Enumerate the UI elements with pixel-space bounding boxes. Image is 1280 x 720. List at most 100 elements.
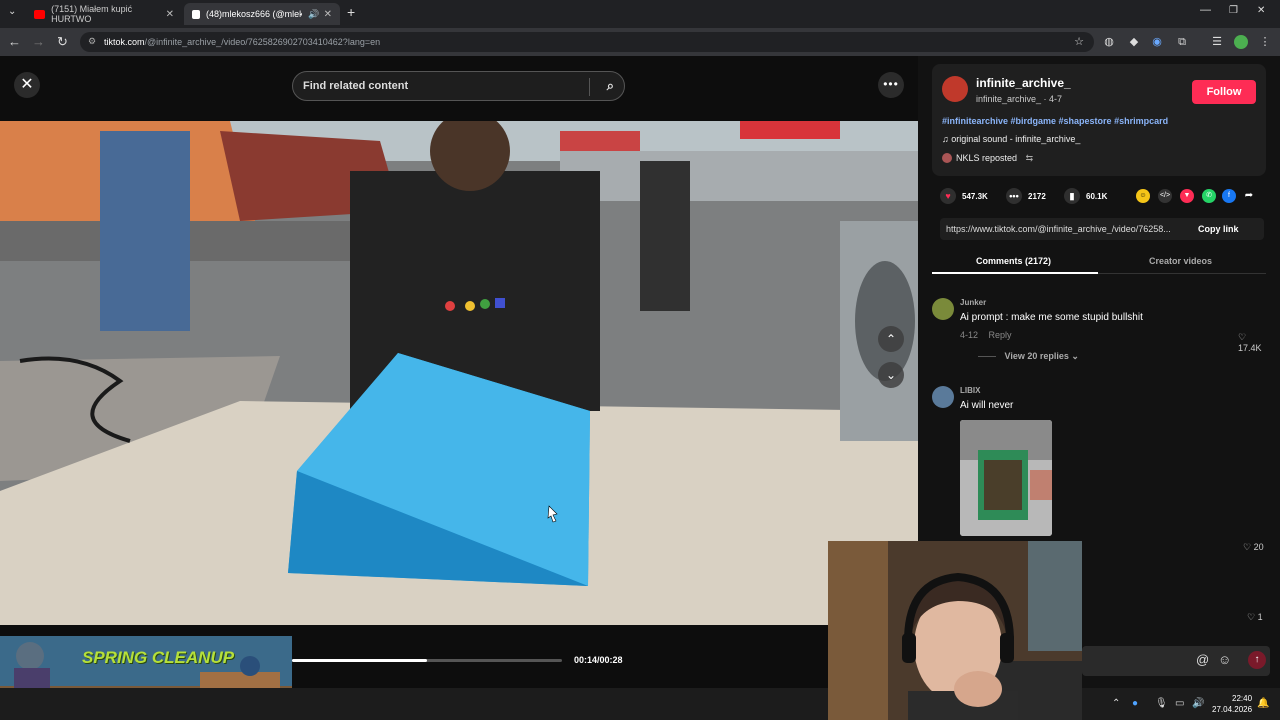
video-link[interactable]: https://www.tiktok.com/@infinite_archive… [946, 224, 1190, 234]
back-icon[interactable]: ← [8, 34, 21, 49]
facebook-icon[interactable]: f [1222, 189, 1236, 203]
view-replies-button[interactable]: View 20 replies ⌄ [978, 351, 1079, 362]
clock-time: 22:40 [1232, 694, 1253, 703]
close-button[interactable]: ✕ [14, 72, 40, 98]
divider [589, 78, 590, 96]
bookmark-icon: ▮ [1064, 188, 1080, 204]
menu-icon[interactable]: ⋮ [1258, 35, 1272, 49]
tab-label: (7151) Miałem kupić HURTWO [51, 4, 133, 24]
tab-creator-videos[interactable]: Creator videos [1149, 256, 1212, 266]
extension-icon[interactable]: ◍ [1102, 35, 1116, 49]
author-username[interactable]: infinite_archive_ [976, 76, 1071, 90]
comment-like[interactable]: ♡ 1 [1247, 612, 1263, 623]
restore-icon[interactable]: ❐ [1229, 5, 1238, 16]
action-bar: ♥ 547.3K ••• 2172 ▮ 60.1K ☺ </> ▼ ✆ f ➦ [918, 184, 1280, 208]
progress-bar[interactable] [292, 659, 562, 662]
comment-button[interactable]: ••• 2172 [1006, 188, 1046, 204]
window-close-icon[interactable]: ✕ [1257, 5, 1265, 16]
profile-avatar[interactable] [1234, 35, 1248, 49]
tab-search-icon[interactable]: ⌄ [8, 6, 16, 17]
comment-text: Ai will never [960, 400, 1014, 411]
media-control-icon[interactable]: ☰ [1210, 35, 1224, 49]
save-button[interactable]: ▮ 60.1K [1064, 188, 1107, 204]
tiktok-icon [192, 9, 200, 19]
active-tab-indicator [932, 272, 1098, 274]
tab-youtube[interactable]: (7151) Miałem kupić HURTWO ✕ [26, 3, 182, 25]
commenter-avatar[interactable] [932, 298, 954, 320]
tray-expand-icon[interactable]: ⌃ [1112, 698, 1120, 709]
copy-link-button[interactable]: Copy link [1198, 224, 1239, 234]
video-picture [0, 121, 918, 625]
reload-icon[interactable]: ↻ [57, 34, 68, 50]
webcam-picture [828, 541, 1082, 720]
comment-item: LIBIX Ai will never [932, 386, 1272, 546]
post-comment-button[interactable]: ↑ [1248, 651, 1266, 669]
heart-icon: ♥ [940, 188, 956, 204]
send-icon[interactable]: ▼ [1180, 189, 1194, 203]
taskbar: ⌃ ● 🎙 ▭ 🔊 22:40 27.04.2026 🔔 [0, 688, 1280, 720]
tab-tiktok[interactable]: (48)mlekosz666 (@mlekosz 🔊 ✕ [184, 3, 340, 25]
forward-icon[interactable]: → [32, 34, 45, 49]
close-tab-icon[interactable]: ✕ [166, 9, 174, 20]
share-arrow-icon[interactable]: ➦ [1242, 189, 1256, 203]
clock-date: 27.04.2026 [1212, 705, 1253, 714]
emoji-share-icon[interactable]: ☺ [1136, 189, 1150, 203]
commenter-avatar[interactable] [932, 386, 954, 408]
hashtags[interactable]: #infinitearchive #birdgame #shapestore #… [942, 116, 1168, 126]
reply-button[interactable]: Reply [989, 330, 1012, 340]
heart-outline-icon: ♡ [1238, 332, 1247, 342]
extension-icon[interactable]: ◆ [1127, 35, 1141, 49]
new-tab-button[interactable]: + [347, 4, 355, 20]
tab-comments[interactable]: Comments (2172) [976, 256, 1051, 266]
minimize-icon[interactable]: — [1200, 4, 1211, 16]
comment-like-count: 20 [1253, 542, 1264, 552]
more-options-button[interactable]: ••• [878, 72, 904, 98]
comment-image[interactable] [960, 420, 1052, 536]
divider [978, 356, 996, 358]
next-video-button[interactable]: ⌄ [878, 362, 904, 388]
author-avatar[interactable] [942, 76, 968, 102]
search-placeholder: Find related content [303, 80, 409, 92]
search-input[interactable]: Find related content ⌕ [292, 71, 625, 101]
previous-video-button[interactable]: ⌃ [878, 326, 904, 352]
browser-tab-bar: ⌄ (7151) Miałem kupić HURTWO ✕ (48)mleko… [0, 0, 1280, 28]
like-button[interactable]: ♥ 547.3K [940, 188, 988, 204]
commenter-name[interactable]: Junker [960, 298, 986, 307]
emoji-icon[interactable]: ☺ [1218, 652, 1231, 667]
whatsapp-icon[interactable]: ✆ [1202, 189, 1216, 203]
comment-count: 2172 [1028, 191, 1046, 201]
tab-label: (48)mlekosz666 (@mlekosz [206, 9, 302, 19]
comment-like[interactable]: ♡ 20 [1243, 542, 1264, 553]
embed-icon[interactable]: </> [1158, 189, 1172, 203]
microphone-icon[interactable]: 🎙 [1155, 698, 1168, 709]
follow-button[interactable]: Follow [1192, 80, 1256, 104]
comment-input[interactable]: @ ☺ ↑ [1082, 646, 1270, 676]
progress-fill [292, 659, 427, 662]
author-subline: infinite_archive_ · 4-7 [976, 94, 1063, 104]
post-info-card: infinite_archive_ infinite_archive_ · 4-… [932, 64, 1266, 176]
volume-icon[interactable]: 🔊 [1192, 698, 1204, 709]
video-frame[interactable] [0, 121, 918, 625]
mention-icon[interactable]: @ [1196, 652, 1209, 667]
network-icon[interactable]: ▭ [1175, 698, 1184, 709]
comment-like[interactable]: ♡ 17.4K [1238, 332, 1272, 353]
notification-bell-icon[interactable]: 🔔 [1257, 698, 1269, 709]
bookmark-star-icon[interactable]: ☆ [1074, 35, 1084, 48]
close-tab-icon[interactable]: ✕ [324, 9, 332, 20]
panel-tabs: Comments (2172) Creator videos [932, 250, 1266, 274]
heart-outline-icon: ♡ [1247, 612, 1256, 622]
search-icon[interactable]: ⌕ [607, 78, 614, 94]
puzzle-icon[interactable]: ⧉ [1175, 35, 1189, 49]
commenter-name[interactable]: LIBIX [960, 386, 980, 395]
tray-app-icon[interactable]: ● [1132, 698, 1138, 709]
speaker-icon[interactable]: 🔊 [308, 9, 319, 20]
comment-like-count: 1 [1257, 612, 1263, 622]
site-info-icon[interactable]: ⚙ [88, 36, 96, 47]
comment-meta: 4-12 Reply [960, 330, 1012, 340]
extension-icon[interactable]: ◉ [1150, 35, 1164, 49]
clock[interactable]: 22:40 27.04.2026 [1212, 693, 1252, 715]
url-field[interactable]: ⚙ tiktok.com/@infinite_archive_/video/76… [80, 32, 1094, 52]
repost-avatar [942, 153, 952, 163]
sound-link[interactable]: ♫ original sound - infinite_archive_ [942, 134, 1080, 144]
address-bar-row: ← → ↻ ⚙ tiktok.com/@infinite_archive_/vi… [0, 28, 1280, 56]
